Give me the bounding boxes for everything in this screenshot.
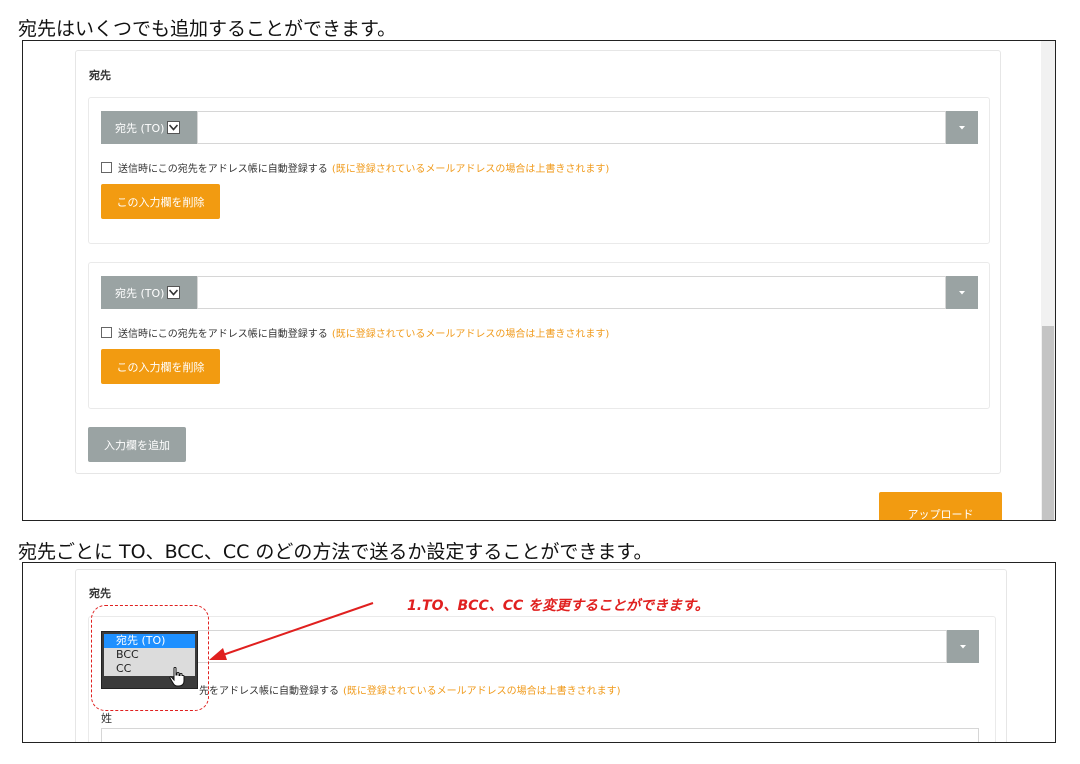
last-name-label: 姓 <box>101 712 112 725</box>
recipient-type-select[interactable]: 宛先 (TO) <box>101 111 197 144</box>
recipient-group-1: 宛先 (TO) 送信時にこの宛先をアドレス帳に自動登録する (既に登録されている… <box>88 97 990 244</box>
upload-button[interactable]: アップロード <box>879 492 1002 520</box>
caption-middle: 宛先ごとに TO、BCC、CC のどの方法で送るか設定することができます。 <box>18 541 653 563</box>
checkbox-label: 先をアドレス帳に自動登録する <box>199 686 339 697</box>
checkbox-label: 送信時にこの宛先をアドレス帳に自動登録する <box>118 164 328 175</box>
address-input[interactable] <box>197 111 946 144</box>
section-label: 宛先 <box>89 69 111 82</box>
recipients-card: 宛先 宛先 (TO) 送信時にこの宛先をアドレス帳に自動登録する (既に登録され… <box>75 50 1001 474</box>
caption-top: 宛先はいくつでも追加することができます。 <box>18 18 397 40</box>
section-label: 宛先 <box>89 587 111 600</box>
address-input[interactable] <box>197 276 946 309</box>
checkbox-label: 送信時にこの宛先をアドレス帳に自動登録する <box>118 329 328 340</box>
select-label: 宛先 (TO) <box>115 286 165 300</box>
address-book-button[interactable] <box>947 630 979 663</box>
highlight-outline <box>91 605 209 711</box>
checkbox-note: (既に登録されているメールアドレスの場合は上書きされます) <box>331 164 610 175</box>
caret-down-icon <box>960 644 966 648</box>
checkbox-note: (既に登録されているメールアドレスの場合は上書きされます) <box>343 686 621 697</box>
auto-register-row: 先をアドレス帳に自動登録する (既に登録されているメールアドレスの場合は上書きさ… <box>199 682 621 697</box>
scrollbar[interactable] <box>1041 41 1055 520</box>
address-book-button[interactable] <box>946 276 978 309</box>
caret-down-icon <box>959 290 965 294</box>
auto-register-checkbox[interactable] <box>101 162 112 173</box>
recipient-group-2: 宛先 (TO) 送信時にこの宛先をアドレス帳に自動登録する (既に登録されている… <box>88 262 990 409</box>
delete-row-button[interactable]: この入力欄を削除 <box>101 184 220 219</box>
auto-register-row: 送信時にこの宛先をアドレス帳に自動登録する (既に登録されているメールアドレスの… <box>101 160 609 175</box>
annotation-arrow <box>209 602 374 660</box>
select-label: 宛先 (TO) <box>115 121 165 135</box>
add-row-button[interactable]: 入力欄を追加 <box>88 427 186 462</box>
annotation-text: 1.TO、BCC、CC を変更することができます。 <box>407 598 709 614</box>
screenshot-panel-1: 宛先 宛先 (TO) 送信時にこの宛先をアドレス帳に自動登録する (既に登録され… <box>22 40 1056 521</box>
screenshot-panel-2: 宛先 先をアドレス帳に自動登録する (既に登録されているメールアドレスの場合は上… <box>22 562 1056 743</box>
chevron-down-icon <box>167 121 181 134</box>
auto-register-row: 送信時にこの宛先をアドレス帳に自動登録する (既に登録されているメールアドレスの… <box>101 325 609 340</box>
last-name-input[interactable] <box>101 728 979 742</box>
caret-down-icon <box>959 125 965 129</box>
auto-register-checkbox[interactable] <box>101 327 112 338</box>
scrollbar-thumb[interactable] <box>1042 326 1054 520</box>
delete-row-button[interactable]: この入力欄を削除 <box>101 349 220 384</box>
checkbox-note: (既に登録されているメールアドレスの場合は上書きされます) <box>331 329 610 340</box>
address-book-button[interactable] <box>946 111 978 144</box>
chevron-down-icon <box>167 286 181 299</box>
recipient-type-select[interactable]: 宛先 (TO) <box>101 276 197 309</box>
